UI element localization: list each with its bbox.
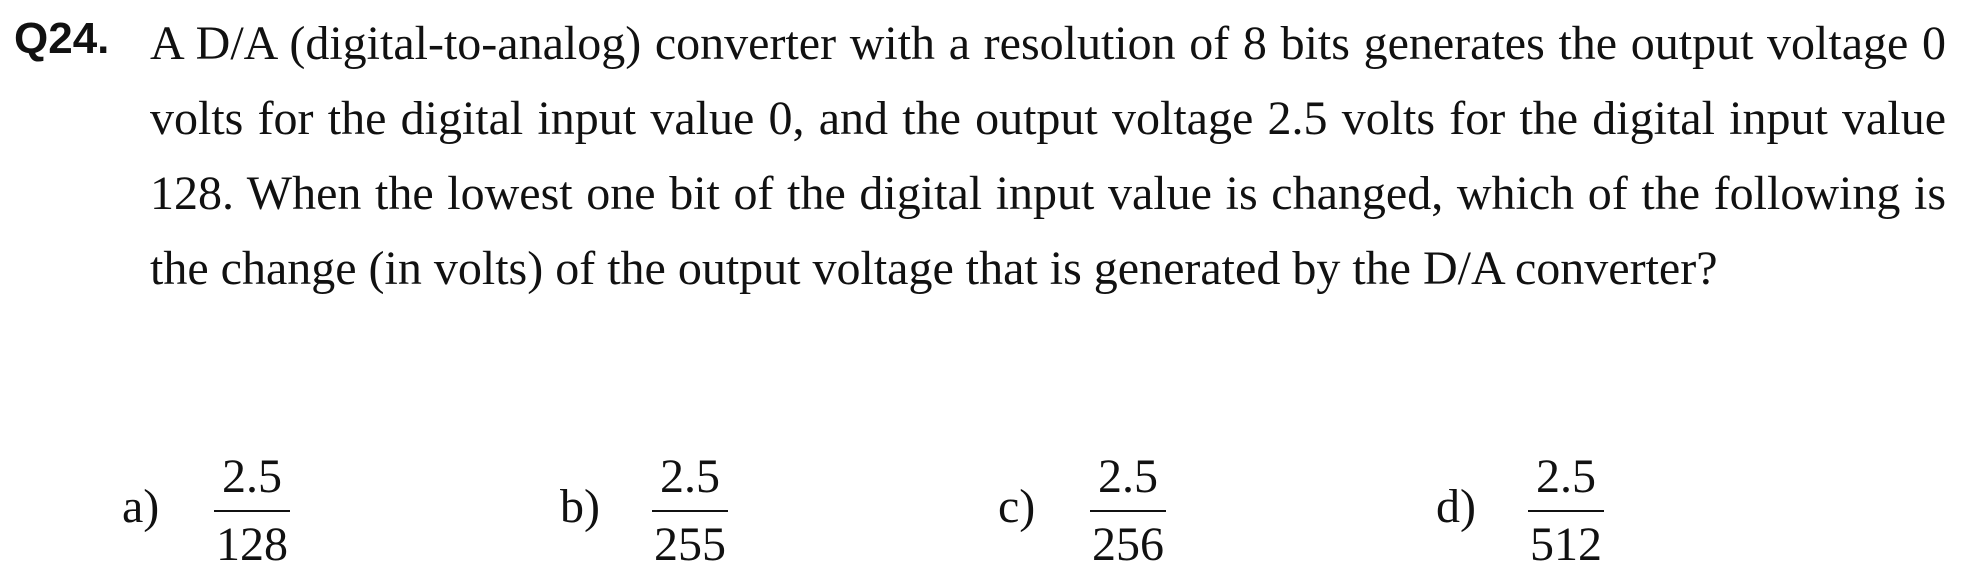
fraction-numerator: 2.5 — [1090, 450, 1166, 512]
fraction-denominator: 512 — [1530, 518, 1602, 571]
question-text: A D/A (digital-to-analog) converter with… — [150, 17, 1946, 295]
choice-letter: b) — [560, 480, 600, 533]
fraction: 2.5 128 — [214, 450, 290, 572]
choice-letter: d) — [1436, 480, 1476, 533]
question-block: Q24. A D/A (digital-to-analog) converter… — [0, 0, 1968, 577]
choice-letter: c) — [998, 480, 1036, 533]
fraction: 2.5 255 — [652, 450, 728, 572]
fraction-numerator: 2.5 — [214, 450, 290, 512]
fraction-denominator: 256 — [1092, 518, 1164, 571]
choice-letter: a) — [122, 480, 160, 533]
fraction-denominator: 128 — [216, 518, 288, 571]
question-number: Q24. — [14, 14, 110, 63]
fraction-denominator: 255 — [654, 518, 726, 571]
fraction-numerator: 2.5 — [1528, 450, 1604, 512]
fraction-numerator: 2.5 — [652, 450, 728, 512]
fraction: 2.5 512 — [1528, 450, 1604, 572]
fraction: 2.5 256 — [1090, 450, 1166, 572]
